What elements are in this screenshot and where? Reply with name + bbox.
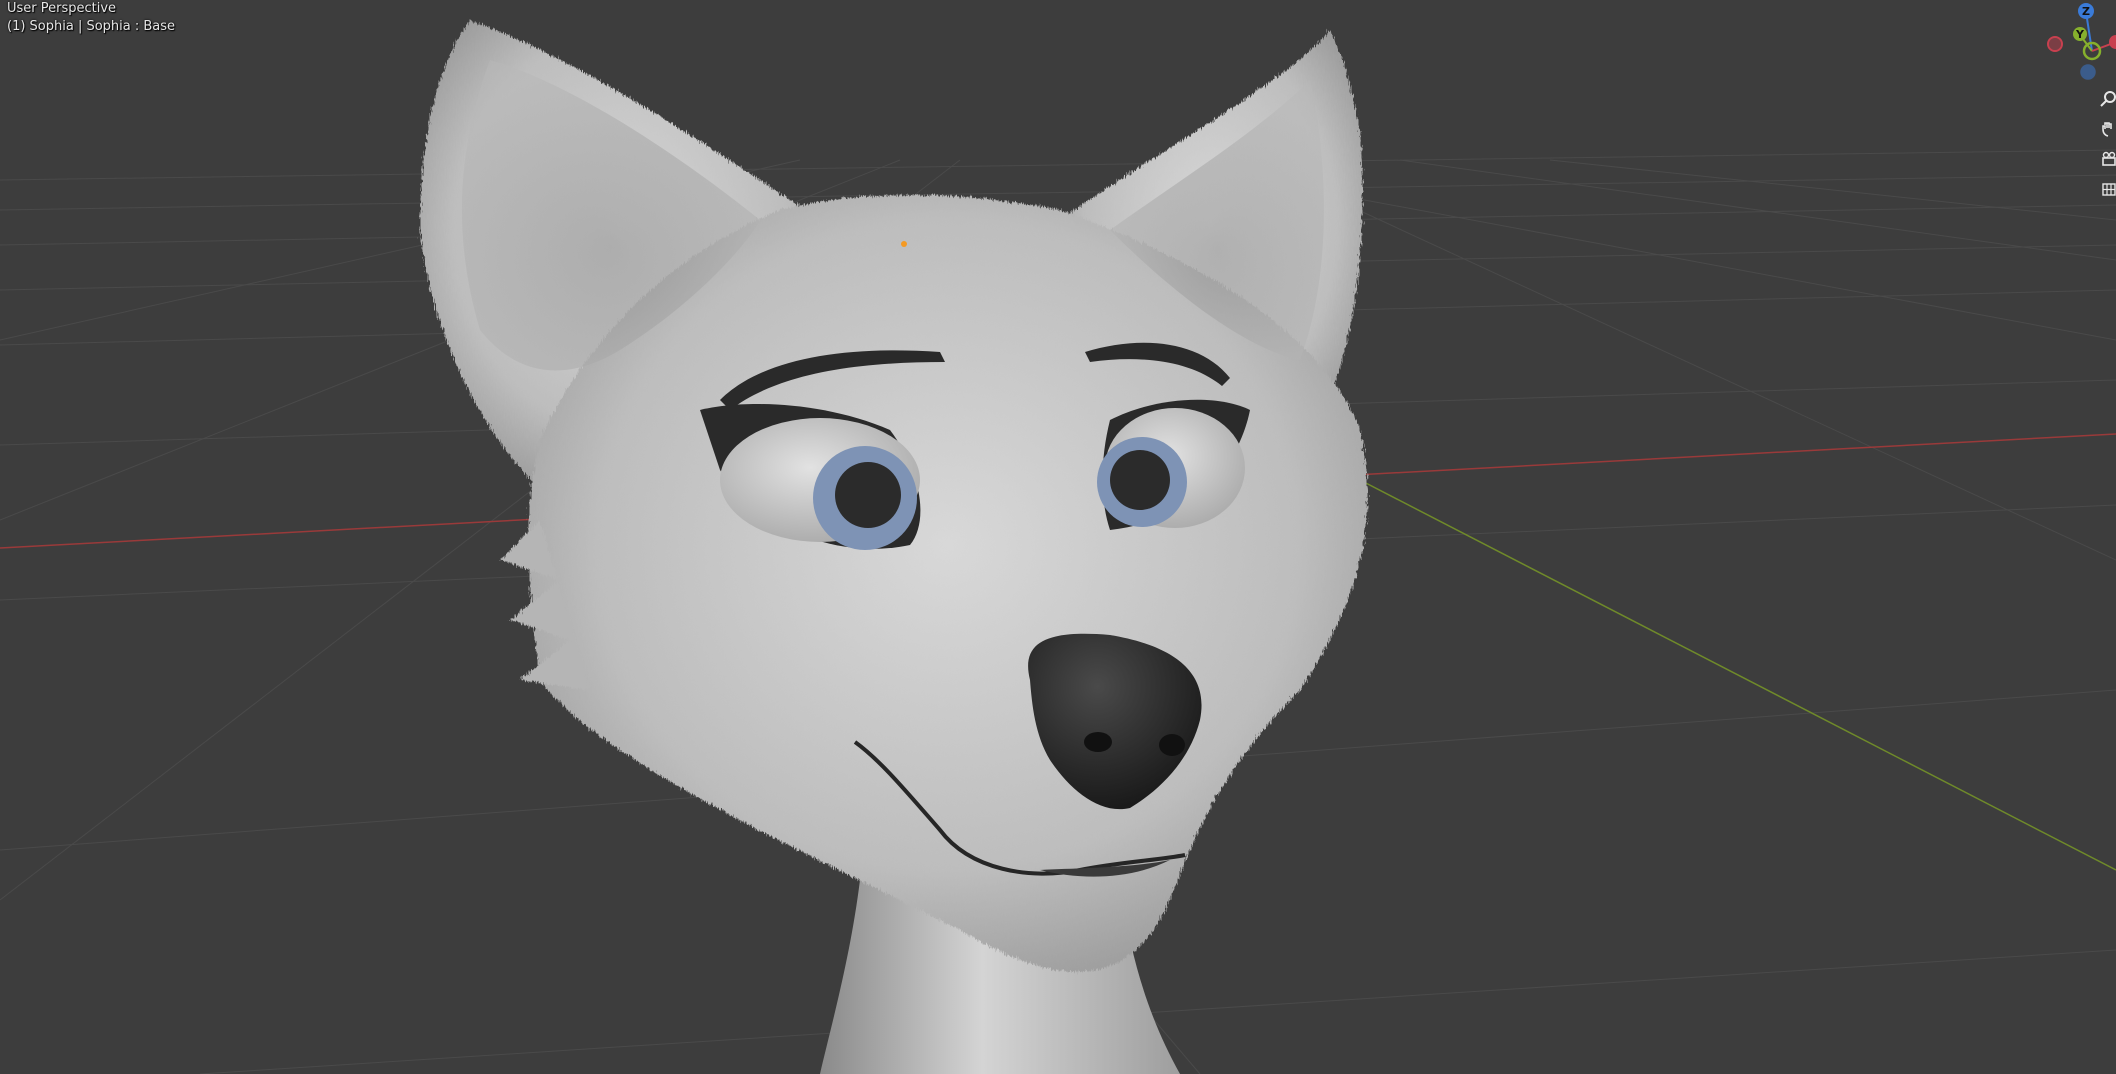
active-object-label: (1) Sophia | Sophia : Base — [7, 19, 176, 34]
camera-view-button[interactable] — [2100, 146, 2116, 172]
scene-render — [0, 20, 2116, 1074]
nostril-left — [1084, 732, 1112, 752]
zoom-icon — [2100, 91, 2116, 107]
grid-ortho-icon — [2102, 183, 2116, 196]
y-axis-line — [1359, 479, 2116, 871]
gizmo-z-label: Z — [2082, 5, 2090, 18]
pan-hand-icon — [2102, 122, 2112, 137]
navigation-gizmo[interactable]: Z Y — [2036, 0, 2116, 90]
3d-viewport[interactable]: User Perspective (1) Sophia | Sophia : B… — [0, 0, 2116, 1074]
camera-icon — [2102, 151, 2116, 166]
object-origin — [901, 241, 907, 247]
nostril-right — [1159, 734, 1185, 756]
viewport-nav-tools — [2100, 86, 2116, 206]
gizmo-x-positive — [2109, 35, 2116, 49]
gizmo-y-negative — [2080, 64, 2096, 80]
ortho-toggle-button[interactable] — [2100, 176, 2116, 202]
gizmo-y-label: Y — [2075, 28, 2085, 41]
view-mode-label: User Perspective — [7, 1, 117, 16]
zoom-button[interactable] — [2100, 86, 2116, 112]
pan-button[interactable] — [2100, 116, 2116, 142]
gizmo-x-negative-fill — [2049, 38, 2061, 50]
